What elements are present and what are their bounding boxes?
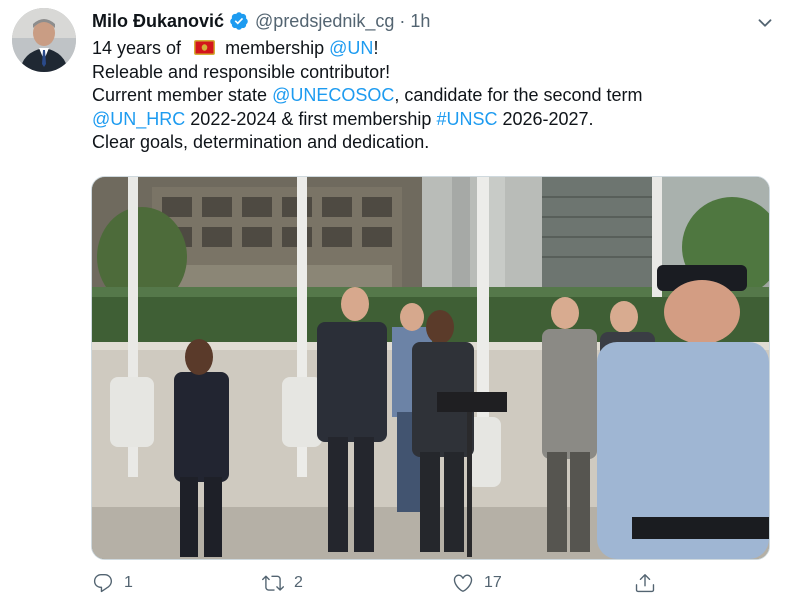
tweet-line-1: 14 years of membership @UN! — [92, 37, 782, 61]
text-segment: 2022-2024 & first membership — [190, 108, 432, 129]
tweet-timestamp[interactable]: 1h — [410, 11, 430, 32]
chevron-down-icon[interactable] — [754, 12, 776, 34]
tweet-line-2: Releable and responsible contributor! — [92, 61, 391, 82]
mention-un[interactable]: @UN — [329, 38, 373, 58]
tweet-text: 14 years of membership @UN! Releable and… — [92, 37, 782, 155]
reply-count: 1 — [124, 574, 133, 591]
reply-button[interactable]: 1 — [92, 570, 133, 596]
separator-dot: · — [399, 10, 406, 31]
text-segment: 2026-2027. — [502, 108, 594, 129]
tweet-line-4: @UN_HRC 2022-2024 & first membership #UN… — [92, 108, 782, 132]
text-segment: , candidate for the second term — [394, 85, 643, 105]
text-segment: membership — [225, 38, 325, 58]
tweet-line-5: Clear goals, determination and dedicatio… — [92, 132, 430, 152]
author-handle[interactable]: @predsjednik_cg — [255, 11, 394, 32]
verified-badge-icon — [230, 12, 248, 30]
retweet-button[interactable]: 2 — [262, 570, 303, 596]
tweet-photo[interactable] — [91, 176, 770, 560]
mention-unecosoc[interactable]: @UNECOSOC — [272, 85, 394, 105]
retweet-icon — [262, 575, 284, 591]
retweet-count: 2 — [294, 574, 303, 591]
tweet-line-3: Current member state @UNECOSOC, candidat… — [92, 84, 782, 108]
tweet-header: Milo Đukanović @predsjednik_cg · 1h — [92, 10, 430, 32]
hashtag-unsc[interactable]: #UNSC — [436, 109, 497, 129]
author-name[interactable]: Milo Đukanović — [92, 11, 224, 32]
avatar[interactable] — [12, 8, 76, 72]
action-bar: 1 2 17 — [92, 570, 692, 596]
heart-icon — [453, 574, 473, 592]
mention-un-hrc[interactable]: @UN_HRC — [92, 109, 185, 129]
text-segment: 14 years of — [92, 38, 182, 58]
like-button[interactable]: 17 — [452, 570, 502, 596]
share-icon — [635, 574, 655, 593]
share-button[interactable] — [634, 570, 666, 596]
tweet-card[interactable]: Milo Đukanović @predsjednik_cg · 1h 14 y… — [0, 0, 800, 610]
reply-icon — [93, 574, 113, 593]
like-count: 17 — [484, 574, 502, 591]
montenegro-flag-emoji — [194, 40, 216, 55]
text-segment: ! — [373, 38, 379, 58]
text-segment: Current member state — [92, 85, 268, 105]
